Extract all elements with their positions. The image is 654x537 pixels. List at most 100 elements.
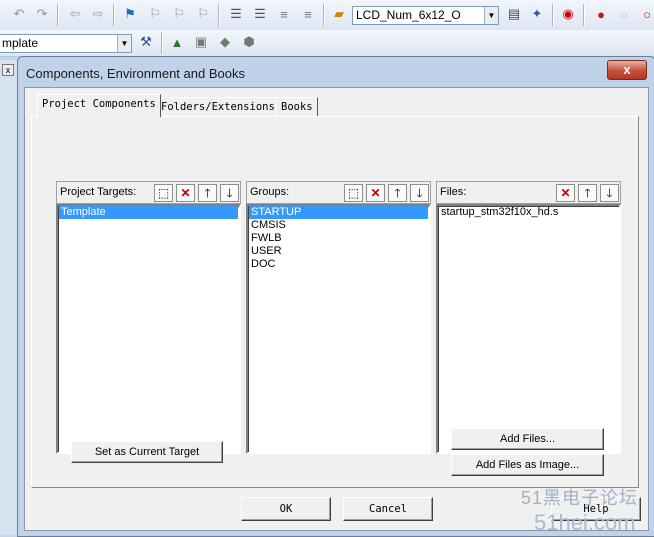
components-dialog: Components, Environment and Books x Proj… (17, 56, 654, 537)
watermark-text: 51黑电子论坛 (521, 488, 639, 508)
files-label: Files: (440, 186, 467, 198)
redo-icon[interactable]: ↷ (33, 5, 51, 23)
tab-project-components[interactable]: Project Components (37, 94, 161, 117)
toolbar-separator (552, 4, 554, 26)
files-header: Files: ✕ 🡑 🡓 (436, 181, 621, 204)
list-item[interactable]: Template (59, 206, 238, 219)
dialog-title: Components, Environment and Books (26, 66, 245, 81)
new-target-button[interactable]: ⬚ (154, 184, 173, 202)
close-icon: x (623, 62, 631, 77)
tab-label: Folders/Extensions (161, 101, 275, 113)
undo-icon[interactable]: ↶ (10, 5, 28, 23)
new-item-icon: ⬚ (347, 186, 360, 200)
groups-label: Groups: (250, 186, 290, 198)
tab-folders-extensions[interactable]: Folders/Extensions (156, 97, 280, 116)
groups-panel: Groups: ⬚ ✕ 🡑 🡓 STARTUP CMSIS FWLB USER … (246, 181, 431, 454)
move-file-up-button[interactable]: 🡑 (578, 184, 597, 202)
new-item-icon: ⬚ (157, 186, 170, 200)
clear-bookmarks-icon[interactable]: ⚐ (194, 5, 212, 23)
nav-forward-icon[interactable]: ⇨ (89, 5, 107, 23)
arrow-down-icon: 🡓 (226, 186, 233, 200)
main-toolbar: ↶ ↷ ⇦ ⇨ ⚑ ⚐ ⚐ ⚐ ☰ ☰ ≡ ≡ ▰ LCD_Num_6x12_O… (0, 0, 654, 31)
toolbar-separator (583, 4, 585, 26)
toolbar-separator (113, 4, 115, 26)
tab-label: Project Components (42, 98, 156, 110)
list-item[interactable]: CMSIS (249, 219, 429, 232)
arrow-up-icon: 🡑 (394, 186, 401, 200)
toolbar-separator (161, 32, 163, 54)
watermark-url: 51hei.com (534, 510, 636, 535)
breakpoint-icon[interactable]: ● (592, 5, 610, 23)
cancel-button[interactable]: Cancel (343, 497, 433, 521)
move-group-up-button[interactable]: 🡑 (388, 184, 407, 202)
chevron-down-icon[interactable]: ▼ (117, 35, 131, 52)
arrow-up-icon: 🡑 (584, 186, 591, 200)
groups-list[interactable]: STARTUP CMSIS FWLB USER DOC (246, 204, 431, 454)
list-item[interactable]: FWLB (249, 232, 429, 245)
close-button[interactable]: x (607, 60, 647, 80)
project-targets-list[interactable]: Template (56, 204, 241, 454)
move-group-down-button[interactable]: 🡓 (410, 184, 429, 202)
tab-books[interactable]: Books (276, 97, 318, 116)
nav-back-icon[interactable]: ⇦ (66, 5, 84, 23)
find-in-files-icon[interactable]: ▤ (505, 5, 523, 23)
delete-group-button[interactable]: ✕ (366, 184, 385, 202)
list-item[interactable]: USER (249, 245, 429, 258)
select-packs-icon[interactable]: ⬢ (240, 33, 258, 51)
groups-header: Groups: ⬚ ✕ 🡑 🡓 (246, 181, 431, 204)
project-targets-header: Project Targets: ⬚ ✕ 🡑 🡓 (56, 181, 241, 204)
toolbar-separator (218, 4, 220, 26)
delete-target-button[interactable]: ✕ (176, 184, 195, 202)
list-item[interactable]: DOC (249, 258, 429, 271)
delete-file-button[interactable]: ✕ (556, 184, 575, 202)
project-targets-label: Project Targets: (60, 186, 137, 198)
project-target-value: mplate (2, 36, 39, 50)
build-toolbar: mplate ▼ ⚒ ▲ ▣ ◆ ⬢ (0, 30, 654, 57)
delete-icon: ✕ (370, 186, 381, 200)
kill-breakpoints-icon[interactable]: ○ (638, 5, 654, 23)
target-select[interactable]: LCD_Num_6x12_O ▼ (352, 6, 499, 25)
manage-components-icon[interactable]: ▲ (168, 33, 186, 51)
tab-page: Project Targets: ⬚ ✕ 🡑 🡓 Template Groups… (31, 116, 639, 488)
indent-icon[interactable]: ☰ (227, 5, 245, 23)
project-targets-panel: Project Targets: ⬚ ✕ 🡑 🡓 Template (56, 181, 241, 454)
comment-icon[interactable]: ≡ (275, 5, 293, 23)
file-extensions-icon[interactable]: ▣ (192, 33, 210, 51)
close-icon[interactable]: x (2, 64, 14, 76)
unindent-icon[interactable]: ☰ (251, 5, 269, 23)
dialog-titlebar[interactable]: Components, Environment and Books x (18, 57, 654, 87)
dialog-client: Project Components Folders/Extensions Bo… (24, 87, 649, 531)
uncomment-icon[interactable]: ≡ (299, 5, 317, 23)
move-file-down-button[interactable]: 🡓 (600, 184, 619, 202)
list-item[interactable]: STARTUP (249, 206, 428, 219)
run-time-environment-icon[interactable]: ◆ (216, 33, 234, 51)
arrow-up-icon: 🡑 (204, 186, 211, 200)
toolbar-separator (57, 4, 59, 26)
add-files-as-image-button[interactable]: Add Files as Image... (451, 454, 604, 476)
delete-icon: ✕ (560, 186, 571, 200)
next-bookmark-icon[interactable]: ⚐ (170, 5, 188, 23)
new-group-button[interactable]: ⬚ (344, 184, 363, 202)
move-target-up-button[interactable]: 🡑 (198, 184, 217, 202)
debug-session-icon[interactable]: ◉ (559, 5, 577, 23)
arrow-down-icon: 🡓 (606, 186, 613, 200)
open-file-icon[interactable]: ▰ (330, 5, 348, 23)
target-select-value: LCD_Num_6x12_O (356, 8, 461, 22)
ok-button[interactable]: OK (241, 497, 331, 521)
toolbar-separator (323, 4, 325, 26)
project-target-select[interactable]: mplate ▼ (0, 34, 132, 53)
bookmark-icon[interactable]: ⚑ (121, 5, 139, 23)
set-current-target-button[interactable]: Set as Current Target (71, 441, 223, 463)
list-item[interactable]: startup_stm32f10x_hd.s (439, 206, 619, 219)
add-files-button[interactable]: Add Files... (451, 428, 604, 450)
prev-bookmark-icon[interactable]: ⚐ (146, 5, 164, 23)
browse-icon[interactable]: ✦ (528, 5, 546, 23)
move-target-down-button[interactable]: 🡓 (220, 184, 239, 202)
workspace-edge: x (0, 60, 18, 535)
target-options-icon[interactable]: ⚒ (137, 33, 155, 51)
delete-icon: ✕ (180, 186, 191, 200)
files-list[interactable]: startup_stm32f10x_hd.s (436, 204, 621, 454)
disable-breakpoint-icon[interactable]: ○ (615, 5, 633, 23)
tab-label: Books (281, 101, 313, 113)
chevron-down-icon[interactable]: ▼ (484, 7, 498, 24)
